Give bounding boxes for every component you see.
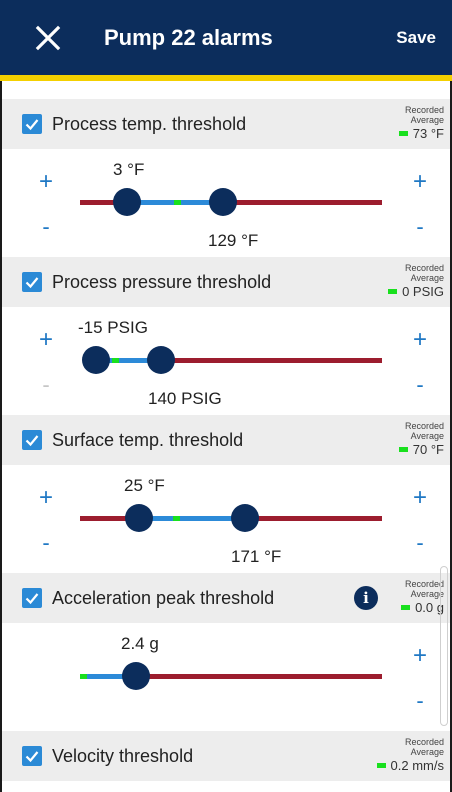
average-swatch — [398, 447, 408, 453]
average-label: Average — [410, 589, 444, 599]
recorded-average-value: 0.2 mm/s — [390, 758, 444, 773]
increase-button[interactable]: + — [408, 644, 432, 668]
threshold-section-velocity: Velocity threshold Recorded Average 0.2 … — [2, 731, 450, 792]
average-swatch — [398, 131, 408, 137]
average-marker — [112, 358, 119, 363]
threshold-section-process-pressure: Process pressure threshold Recorded Aver… — [2, 257, 450, 415]
average-swatch — [388, 289, 398, 295]
recorded-label: Recorded — [404, 737, 444, 747]
high-slider-thumb[interactable] — [209, 188, 237, 216]
low-decrease-button[interactable]: - — [34, 374, 58, 396]
low-decrease-button[interactable]: - — [34, 532, 58, 554]
threshold-value: 2.4 g — [121, 634, 159, 653]
save-button[interactable]: Save — [396, 26, 436, 50]
checkmark-icon — [25, 751, 39, 763]
low-increase-button[interactable]: + — [34, 170, 58, 194]
section-header: Acceleration peak threshold i Recorded A… — [2, 573, 450, 623]
high-decrease-button[interactable]: - — [408, 216, 432, 238]
high-decrease-button[interactable]: - — [408, 374, 432, 396]
low-slider-thumb[interactable] — [82, 346, 110, 374]
average-label: Average — [410, 747, 444, 757]
average-label: Average — [410, 431, 444, 441]
scrollbar[interactable] — [440, 566, 448, 726]
section-label: Process temp. threshold — [52, 114, 247, 134]
enable-checkbox[interactable] — [22, 272, 42, 292]
recorded-average-value: 70 °F — [412, 442, 444, 457]
section-label: Velocity threshold — [52, 746, 194, 766]
threshold-section-surface-temp: Surface temp. threshold Recorded Average… — [2, 415, 450, 573]
high-threshold-value: 171 °F — [231, 547, 282, 566]
checkmark-icon — [25, 435, 39, 447]
low-increase-button[interactable]: + — [34, 486, 58, 510]
recorded-label: Recorded — [404, 579, 444, 589]
section-header: Process pressure threshold Recorded Aver… — [2, 257, 450, 307]
slider-range — [139, 516, 245, 521]
recorded-average: Recorded Average 73 °F — [398, 105, 444, 141]
high-decrease-button[interactable]: - — [408, 532, 432, 554]
average-swatch — [376, 763, 386, 769]
average-marker — [173, 516, 180, 521]
recorded-label: Recorded — [404, 421, 444, 431]
low-threshold-value: 25 °F — [124, 476, 165, 495]
info-icon[interactable]: i — [354, 586, 378, 610]
high-threshold-value: 140 PSIG — [148, 389, 222, 408]
low-threshold-value: 3 °F — [113, 160, 145, 179]
high-increase-button[interactable]: + — [408, 170, 432, 194]
section-label: Acceleration peak threshold — [52, 588, 275, 608]
checkmark-icon — [25, 119, 39, 131]
enable-checkbox[interactable] — [22, 588, 42, 608]
app-bar: Pump 22 alarms Save — [0, 0, 452, 75]
recorded-average: Recorded Average 0 PSIG — [388, 263, 444, 299]
recorded-average-value: 0 PSIG — [402, 284, 444, 299]
section-header: Surface temp. threshold Recorded Average… — [2, 415, 450, 465]
average-label: Average — [410, 115, 444, 125]
recorded-label: Recorded — [404, 263, 444, 273]
app-bar-accent — [0, 75, 452, 81]
recorded-average: Recorded Average 70 °F — [398, 421, 444, 457]
low-increase-button[interactable]: + — [34, 328, 58, 352]
section-label: Surface temp. threshold — [52, 430, 244, 450]
enable-checkbox[interactable] — [22, 114, 42, 134]
low-slider-thumb[interactable] — [113, 188, 141, 216]
section-header: Velocity threshold Recorded Average 0.2 … — [2, 731, 450, 781]
checkmark-icon — [25, 593, 39, 605]
decrease-button[interactable]: - — [408, 690, 432, 712]
recorded-label: Recorded — [404, 105, 444, 115]
average-marker — [80, 674, 87, 679]
page-title: Pump 22 alarms — [104, 25, 273, 50]
threshold-section-process-temp: Process temp. threshold Recorded Average… — [2, 99, 450, 257]
low-decrease-button[interactable]: - — [34, 216, 58, 238]
average-swatch — [401, 605, 411, 611]
recorded-average-value: 73 °F — [412, 126, 444, 141]
recorded-average: Recorded Average 0.0 g — [401, 579, 444, 615]
recorded-average: Recorded Average 0.2 mm/s — [376, 737, 444, 773]
checkmark-icon — [25, 277, 39, 289]
average-marker — [174, 200, 181, 205]
enable-checkbox[interactable] — [22, 746, 42, 766]
high-increase-button[interactable]: + — [408, 328, 432, 352]
high-slider-thumb[interactable] — [147, 346, 175, 374]
threshold-section-acceleration-peak: Acceleration peak threshold i Recorded A… — [2, 573, 450, 731]
high-increase-button[interactable]: + — [408, 486, 432, 510]
slider-thumb[interactable] — [122, 662, 150, 690]
low-slider-thumb[interactable] — [125, 504, 153, 532]
high-threshold-value: 129 °F — [208, 231, 259, 250]
section-label: Process pressure threshold — [52, 272, 272, 292]
section-header: Process temp. threshold Recorded Average… — [2, 99, 450, 149]
enable-checkbox[interactable] — [22, 430, 42, 450]
average-label: Average — [410, 273, 444, 283]
close-icon[interactable] — [32, 22, 64, 54]
low-threshold-value: -15 PSIG — [78, 318, 148, 337]
high-slider-thumb[interactable] — [231, 504, 259, 532]
